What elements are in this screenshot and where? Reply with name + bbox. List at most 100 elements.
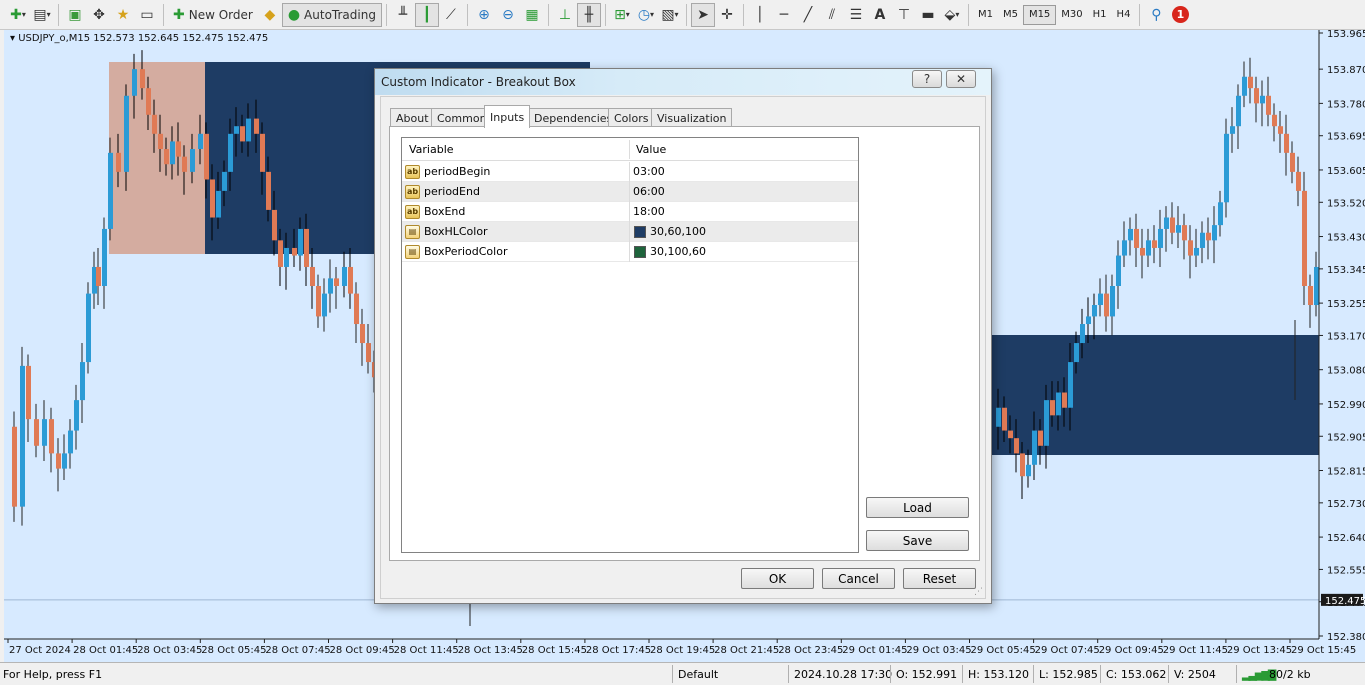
auto-trading-label: AutoTrading xyxy=(304,7,376,22)
collapse-arrow-icon[interactable]: ▾ xyxy=(10,33,15,44)
candlestick-icon[interactable]: ┃ xyxy=(414,2,439,27)
tab-about[interactable]: About xyxy=(390,108,435,127)
price-tick-label: 153.345 xyxy=(1327,265,1365,276)
chart-shift-icon[interactable]: ╫ xyxy=(576,2,601,27)
time-tick-label: 28 Oct 17:45 xyxy=(586,645,651,656)
search-icon[interactable]: ⚲ xyxy=(1144,3,1168,27)
candle-body xyxy=(322,293,327,317)
candle-body xyxy=(204,133,209,180)
timeframe-h1[interactable]: H1 xyxy=(1088,5,1112,25)
new-order-button[interactable]: ✚ New Order xyxy=(168,3,258,27)
input-value[interactable]: 03:00 xyxy=(633,165,665,178)
timeframe-h4[interactable]: H4 xyxy=(1112,5,1136,25)
arrows-icon[interactable]: ⬙ ▾ xyxy=(940,3,964,27)
vertical-line-icon[interactable]: │ xyxy=(748,3,772,27)
auto-trading-button[interactable]: ● AutoTrading xyxy=(281,2,382,27)
notifications-icon[interactable]: 1 xyxy=(1168,3,1192,27)
new-chart-icon[interactable]: ✚ ▾ xyxy=(6,3,30,27)
ok-button[interactable]: OK xyxy=(741,568,814,589)
candle-body xyxy=(124,95,129,172)
input-value[interactable]: 06:00 xyxy=(633,185,665,198)
cursor-icon[interactable]: ➤ xyxy=(690,2,715,27)
status-divider xyxy=(1236,665,1237,683)
timeframe-m30[interactable]: M30 xyxy=(1056,5,1087,25)
string-type-icon: ab xyxy=(405,185,420,199)
line-chart-icon[interactable]: ⟋ xyxy=(439,3,463,27)
tab-colors[interactable]: Colors xyxy=(608,108,655,127)
bar-chart-icon[interactable]: ╨ xyxy=(391,3,415,27)
status-low: L: 152.985 xyxy=(1039,668,1098,681)
reset-button[interactable]: Reset xyxy=(903,568,976,589)
price-tick-label: 153.080 xyxy=(1327,366,1365,377)
templates-icon[interactable]: ▧ ▾ xyxy=(658,3,682,27)
horizontal-line-icon[interactable]: ─ xyxy=(772,3,796,27)
zoom-out-icon[interactable]: ⊖ xyxy=(496,3,520,27)
help-button[interactable]: ? xyxy=(912,70,942,88)
candle-body xyxy=(1296,171,1301,191)
text-label-icon[interactable]: ⊤ xyxy=(892,3,916,27)
tab-visualization[interactable]: Visualization xyxy=(651,108,733,127)
input-value[interactable]: 30,100,60 xyxy=(650,245,706,258)
candle-body xyxy=(1146,240,1151,256)
candle-body xyxy=(1032,430,1037,465)
color-swatch[interactable] xyxy=(634,226,646,238)
time-tick-label: 29 Oct 11:45 xyxy=(1163,645,1228,656)
input-row-period-end[interactable]: ab periodEnd 06:00 xyxy=(402,182,858,202)
save-button[interactable]: Save xyxy=(866,530,969,551)
shapes-icon[interactable]: ▬ xyxy=(916,3,940,27)
periods-icon[interactable]: ◷ ▾ xyxy=(634,3,658,27)
input-row-box-end[interactable]: ab BoxEnd 18:00 xyxy=(402,202,858,222)
profiles-icon[interactable]: ▤ ▾ xyxy=(30,3,54,27)
load-button[interactable]: Load xyxy=(866,497,969,518)
tab-dependencies[interactable]: Dependencies xyxy=(528,108,619,127)
toolbar-separator xyxy=(466,3,468,26)
equidistant-channel-icon[interactable]: ⫽ xyxy=(820,3,844,27)
column-divider xyxy=(629,140,630,159)
tab-inputs[interactable]: Inputs xyxy=(484,105,531,128)
dialog-title-bar[interactable]: Custom Indicator - Breakout Box ? ✕ xyxy=(375,69,991,95)
market-watch-icon[interactable]: ▣ xyxy=(63,3,87,27)
fibonacci-icon[interactable]: ☰ xyxy=(844,3,868,27)
candle-body xyxy=(1020,453,1025,477)
input-row-period-begin[interactable]: ab periodBegin 03:00 xyxy=(402,162,858,182)
text-icon[interactable]: A xyxy=(868,3,892,27)
price-tick-label: 153.430 xyxy=(1327,233,1365,244)
candle-body xyxy=(1002,407,1007,431)
color-swatch[interactable] xyxy=(634,246,646,258)
data-window-icon[interactable]: ✥ xyxy=(87,3,111,27)
close-button[interactable]: ✕ xyxy=(946,70,976,88)
time-tick-label: 28 Oct 03:45 xyxy=(137,645,202,656)
resize-grip-icon[interactable]: ⋰ xyxy=(974,587,983,597)
time-tick-label: 28 Oct 09:45 xyxy=(330,645,395,656)
status-divider xyxy=(1168,665,1169,683)
status-profile[interactable]: Default xyxy=(678,668,718,681)
current-price-tag-label: 152.475 xyxy=(1325,596,1365,607)
auto-scroll-icon[interactable]: ⊥ xyxy=(553,3,577,27)
input-row-box-period-color[interactable]: ▤ BoxPeriodColor 30,100,60 xyxy=(402,242,858,262)
indicators-icon[interactable]: ⊞ ▾ xyxy=(610,3,634,27)
tile-windows-icon[interactable]: ▦ xyxy=(520,3,544,27)
candle-body xyxy=(1062,392,1067,408)
toolbar-separator xyxy=(685,3,687,26)
candle-body xyxy=(222,171,227,191)
timeframe-m15[interactable]: M15 xyxy=(1022,4,1057,25)
cancel-button[interactable]: Cancel xyxy=(822,568,895,589)
meta-editor-icon[interactable]: ◆ xyxy=(258,3,282,27)
timeframe-m1[interactable]: M1 xyxy=(973,5,998,25)
terminal-icon[interactable]: ▭ xyxy=(135,3,159,27)
candle-body xyxy=(1152,240,1157,248)
candle-body xyxy=(272,209,277,241)
zoom-in-icon[interactable]: ⊕ xyxy=(472,3,496,27)
navigator-icon[interactable]: ★ xyxy=(111,3,135,27)
column-header-value[interactable]: Value xyxy=(636,143,666,156)
status-divider xyxy=(1033,665,1034,683)
input-value[interactable]: 30,60,100 xyxy=(650,225,706,238)
trendline-icon[interactable]: ╱ xyxy=(796,3,820,27)
timeframe-m5[interactable]: M5 xyxy=(998,5,1023,25)
column-header-variable[interactable]: Variable xyxy=(409,143,454,156)
candle-body xyxy=(304,228,309,267)
crosshair-icon[interactable]: ✛ xyxy=(715,3,739,27)
candle-body xyxy=(164,149,169,165)
input-row-box-hl-color[interactable]: ▤ BoxHLColor 30,60,100 xyxy=(402,222,858,242)
input-value[interactable]: 18:00 xyxy=(633,205,665,218)
